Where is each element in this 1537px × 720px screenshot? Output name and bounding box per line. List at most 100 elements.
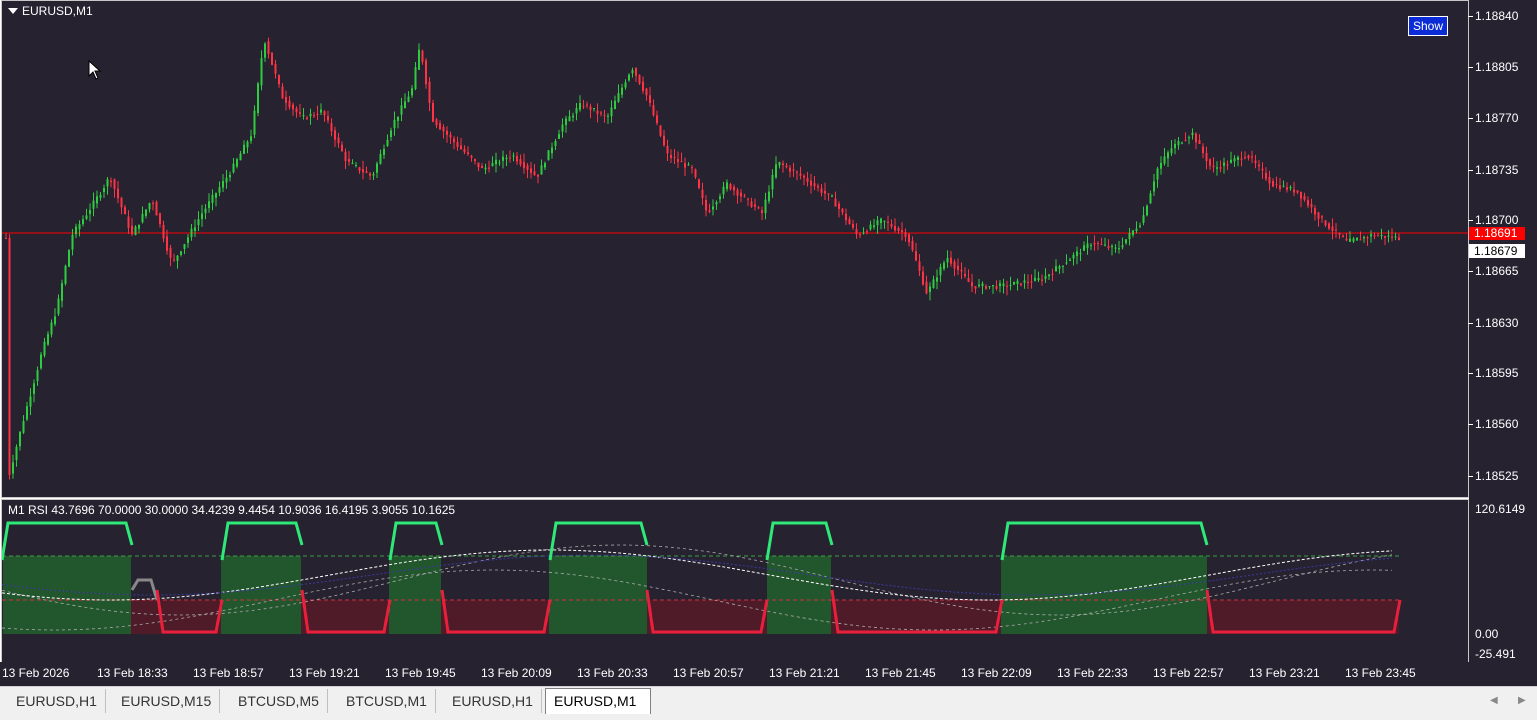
candle bbox=[152, 200, 154, 211]
candle bbox=[1230, 151, 1232, 164]
candle bbox=[148, 202, 151, 213]
candle bbox=[607, 113, 609, 124]
scroll-right-icon[interactable]: ▶ bbox=[1518, 695, 1526, 706]
candle bbox=[1310, 198, 1313, 214]
candle bbox=[526, 163, 529, 179]
symbol-title-text: EURUSD,M1 bbox=[22, 4, 93, 18]
candle bbox=[425, 58, 427, 89]
candle bbox=[411, 85, 413, 99]
candle bbox=[1153, 173, 1155, 197]
candle bbox=[1135, 221, 1138, 234]
rsi-indicator-pane[interactable]: M1 RSI 43.7696 70.0000 30.0000 34.4239 9… bbox=[2, 500, 1468, 662]
mouse-cursor-icon bbox=[88, 60, 102, 80]
tab-eurusd-m1[interactable]: EURUSD,M1 bbox=[545, 688, 651, 714]
candle bbox=[712, 199, 714, 216]
candle bbox=[124, 204, 126, 215]
candle bbox=[463, 145, 466, 155]
candle bbox=[572, 112, 574, 122]
candle bbox=[183, 243, 186, 255]
candle bbox=[187, 234, 189, 248]
candle bbox=[330, 118, 333, 137]
candle bbox=[1282, 180, 1285, 188]
candle bbox=[782, 160, 784, 173]
tab-btcusd-m5[interactable]: BTCUSD,M5 bbox=[230, 689, 328, 713]
candle bbox=[1030, 274, 1033, 289]
tab-eurusd-h1[interactable]: EURUSD,H1 bbox=[8, 689, 106, 713]
price-scale[interactable] bbox=[1469, 0, 1537, 662]
candle bbox=[292, 102, 294, 116]
candle bbox=[939, 263, 942, 283]
candle bbox=[1335, 223, 1337, 238]
candle bbox=[1062, 265, 1064, 274]
tab-eurusd-m15[interactable]: EURUSD,M15 bbox=[113, 689, 221, 713]
candle bbox=[127, 210, 130, 234]
candle bbox=[537, 174, 539, 184]
candle bbox=[1289, 185, 1292, 191]
candle bbox=[1202, 143, 1204, 159]
candle bbox=[715, 200, 718, 210]
candle bbox=[719, 193, 721, 204]
rsi-scale-bottom: -25.491 bbox=[1475, 647, 1516, 661]
candle bbox=[866, 229, 868, 235]
candle bbox=[512, 152, 515, 162]
candle bbox=[992, 284, 994, 294]
candle bbox=[1356, 237, 1358, 241]
candle bbox=[1258, 159, 1260, 172]
time-axis-label: 13 Feb 21:21 bbox=[769, 666, 840, 680]
candle bbox=[806, 171, 809, 187]
rsi-line-segment bbox=[220, 521, 304, 561]
candle bbox=[649, 86, 651, 107]
scroll-left-icon[interactable]: ◀ bbox=[1490, 695, 1498, 706]
candle bbox=[904, 228, 907, 242]
candle bbox=[729, 182, 732, 191]
time-axis-label: 13 Feb 20:09 bbox=[481, 666, 552, 680]
candle bbox=[131, 218, 133, 237]
candle bbox=[894, 218, 896, 233]
candle bbox=[558, 129, 560, 140]
time-axis-label: 13 Feb 19:45 bbox=[385, 666, 456, 680]
price-scale-label: 1.18630 bbox=[1475, 316, 1519, 330]
candle bbox=[229, 171, 231, 182]
time-axis-label: 13 Feb 19:21 bbox=[289, 666, 360, 680]
candle bbox=[523, 153, 525, 174]
candle bbox=[1118, 240, 1120, 254]
candle bbox=[673, 149, 676, 164]
candle bbox=[271, 52, 273, 66]
candle bbox=[799, 166, 802, 180]
collapse-triangle-icon[interactable] bbox=[8, 8, 18, 14]
time-axis-label: 13 Feb 22:57 bbox=[1153, 666, 1224, 680]
price-scale-label: 1.18665 bbox=[1475, 264, 1519, 278]
show-button[interactable]: Show bbox=[1408, 16, 1448, 36]
candle bbox=[1083, 241, 1085, 251]
candlestick-chart[interactable] bbox=[2, 1, 1468, 497]
current-price-label: 1.18691 bbox=[1469, 227, 1525, 240]
candle bbox=[621, 83, 623, 99]
candle bbox=[705, 195, 707, 217]
candle bbox=[565, 115, 567, 133]
candle bbox=[614, 95, 616, 110]
tab-btcusd-m1[interactable]: BTCUSD,M1 bbox=[338, 689, 436, 713]
candle bbox=[278, 74, 280, 88]
candle bbox=[988, 285, 991, 290]
main-chart-pane[interactable]: EURUSD,M1 Show bbox=[2, 1, 1468, 497]
candle bbox=[1086, 235, 1089, 255]
price-scale-tick bbox=[1468, 220, 1473, 221]
candle bbox=[813, 175, 816, 191]
candle bbox=[1279, 177, 1281, 192]
candle bbox=[638, 74, 641, 86]
candle bbox=[1338, 232, 1341, 239]
candle bbox=[1244, 151, 1246, 160]
candle bbox=[967, 269, 970, 283]
candle bbox=[341, 141, 343, 152]
candle bbox=[834, 191, 837, 207]
rsi-indicator-chart[interactable] bbox=[2, 500, 1468, 662]
candle bbox=[327, 110, 329, 124]
candle bbox=[803, 174, 805, 186]
candle bbox=[33, 379, 35, 403]
tab-eurusd-h1-second[interactable]: EURUSD,H1 bbox=[444, 689, 542, 713]
candle bbox=[197, 211, 200, 232]
chart-symbol-title[interactable]: EURUSD,M1 bbox=[8, 4, 93, 18]
candle bbox=[306, 115, 308, 120]
candle bbox=[43, 337, 46, 358]
candle bbox=[1303, 192, 1306, 202]
